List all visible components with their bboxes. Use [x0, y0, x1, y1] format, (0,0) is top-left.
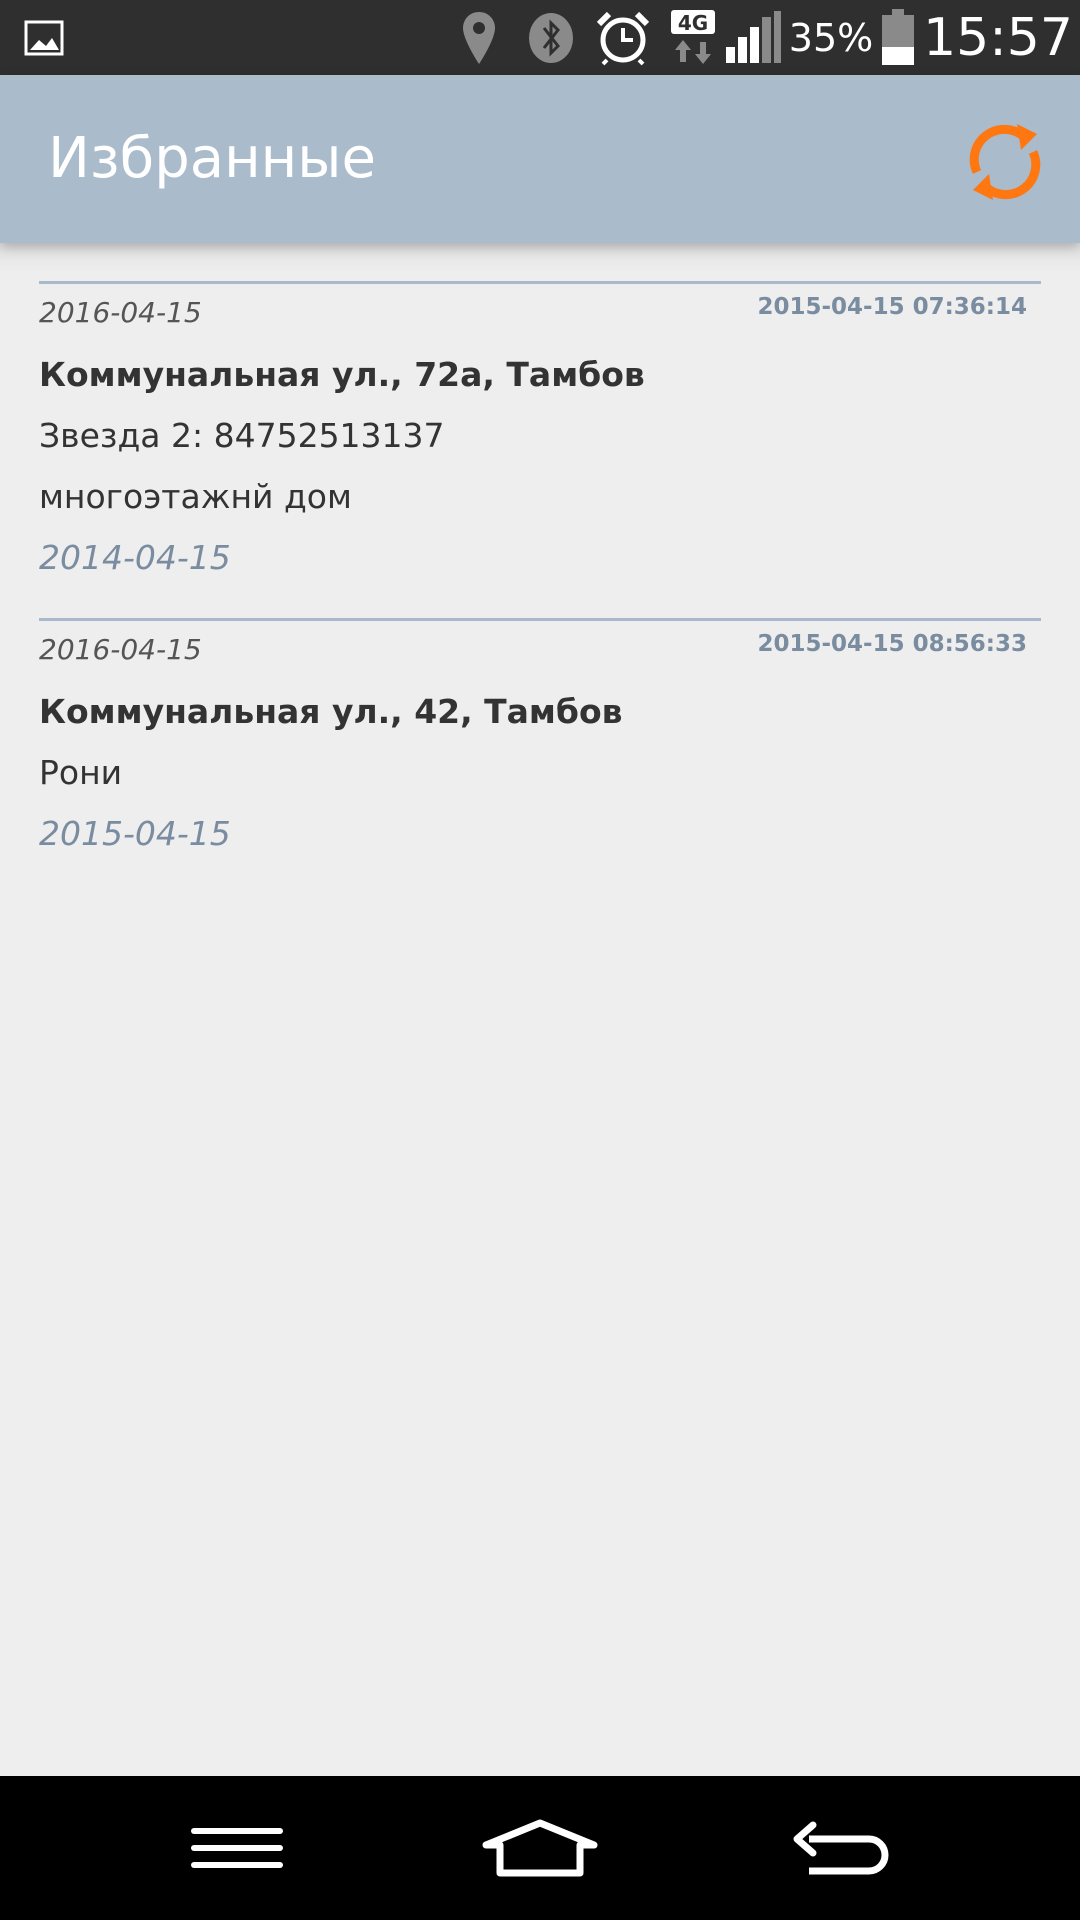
- back-button[interactable]: [753, 1776, 933, 1920]
- refresh-icon: [969, 124, 1041, 200]
- item-line: многоэтажнй дом: [39, 477, 352, 516]
- bluetooth-icon: [527, 0, 575, 75]
- signal-icon: [722, 0, 784, 75]
- gallery-icon: [18, 0, 70, 75]
- location-icon: [456, 0, 502, 75]
- favorites-list[interactable]: 2016-04-15 2015-04-15 07:36:14 Коммуналь…: [0, 243, 1080, 1776]
- item-line: Звезда 2: 84752513137: [39, 416, 445, 455]
- item-address: Коммунальная ул., 42, Тамбов: [39, 692, 623, 731]
- item-date-top: 2016-04-15: [39, 296, 202, 329]
- home-button[interactable]: [450, 1776, 630, 1920]
- item-date-bottom: 2015-04-15: [39, 814, 231, 853]
- menu-button[interactable]: [147, 1776, 327, 1920]
- navigation-bar: [0, 1776, 1080, 1920]
- network-4g-icon: 4G: [668, 0, 718, 75]
- network-4g-label: 4G: [678, 11, 708, 35]
- status-clock: 15:57: [923, 7, 1073, 68]
- home-icon: [482, 1819, 598, 1877]
- app-bar: Избранные: [0, 75, 1080, 243]
- item-line: Рони: [39, 753, 123, 792]
- item-date-top: 2016-04-15: [39, 633, 202, 666]
- item-address: Коммунальная ул., 72а, Тамбов: [39, 355, 645, 394]
- battery-percent: 35%: [788, 15, 874, 60]
- page-title: Избранные: [48, 126, 376, 191]
- battery-fill: [882, 46, 914, 65]
- refresh-button[interactable]: [960, 117, 1050, 207]
- back-icon: [793, 1821, 889, 1875]
- item-timestamp: 2015-04-15 08:56:33: [757, 631, 1027, 657]
- item-date-bottom: 2014-04-15: [39, 538, 231, 577]
- list-item[interactable]: 2016-04-15 2015-04-15 07:36:14 Коммуналь…: [39, 281, 1041, 588]
- alarm-icon: [594, 0, 652, 75]
- item-timestamp: 2015-04-15 07:36:14: [757, 294, 1027, 320]
- status-bar: 4G 35% 15:57: [0, 0, 1080, 75]
- list-item[interactable]: 2016-04-15 2015-04-15 08:56:33 Коммуналь…: [39, 618, 1041, 864]
- battery-icon: [876, 0, 920, 75]
- menu-icon: [191, 1828, 283, 1868]
